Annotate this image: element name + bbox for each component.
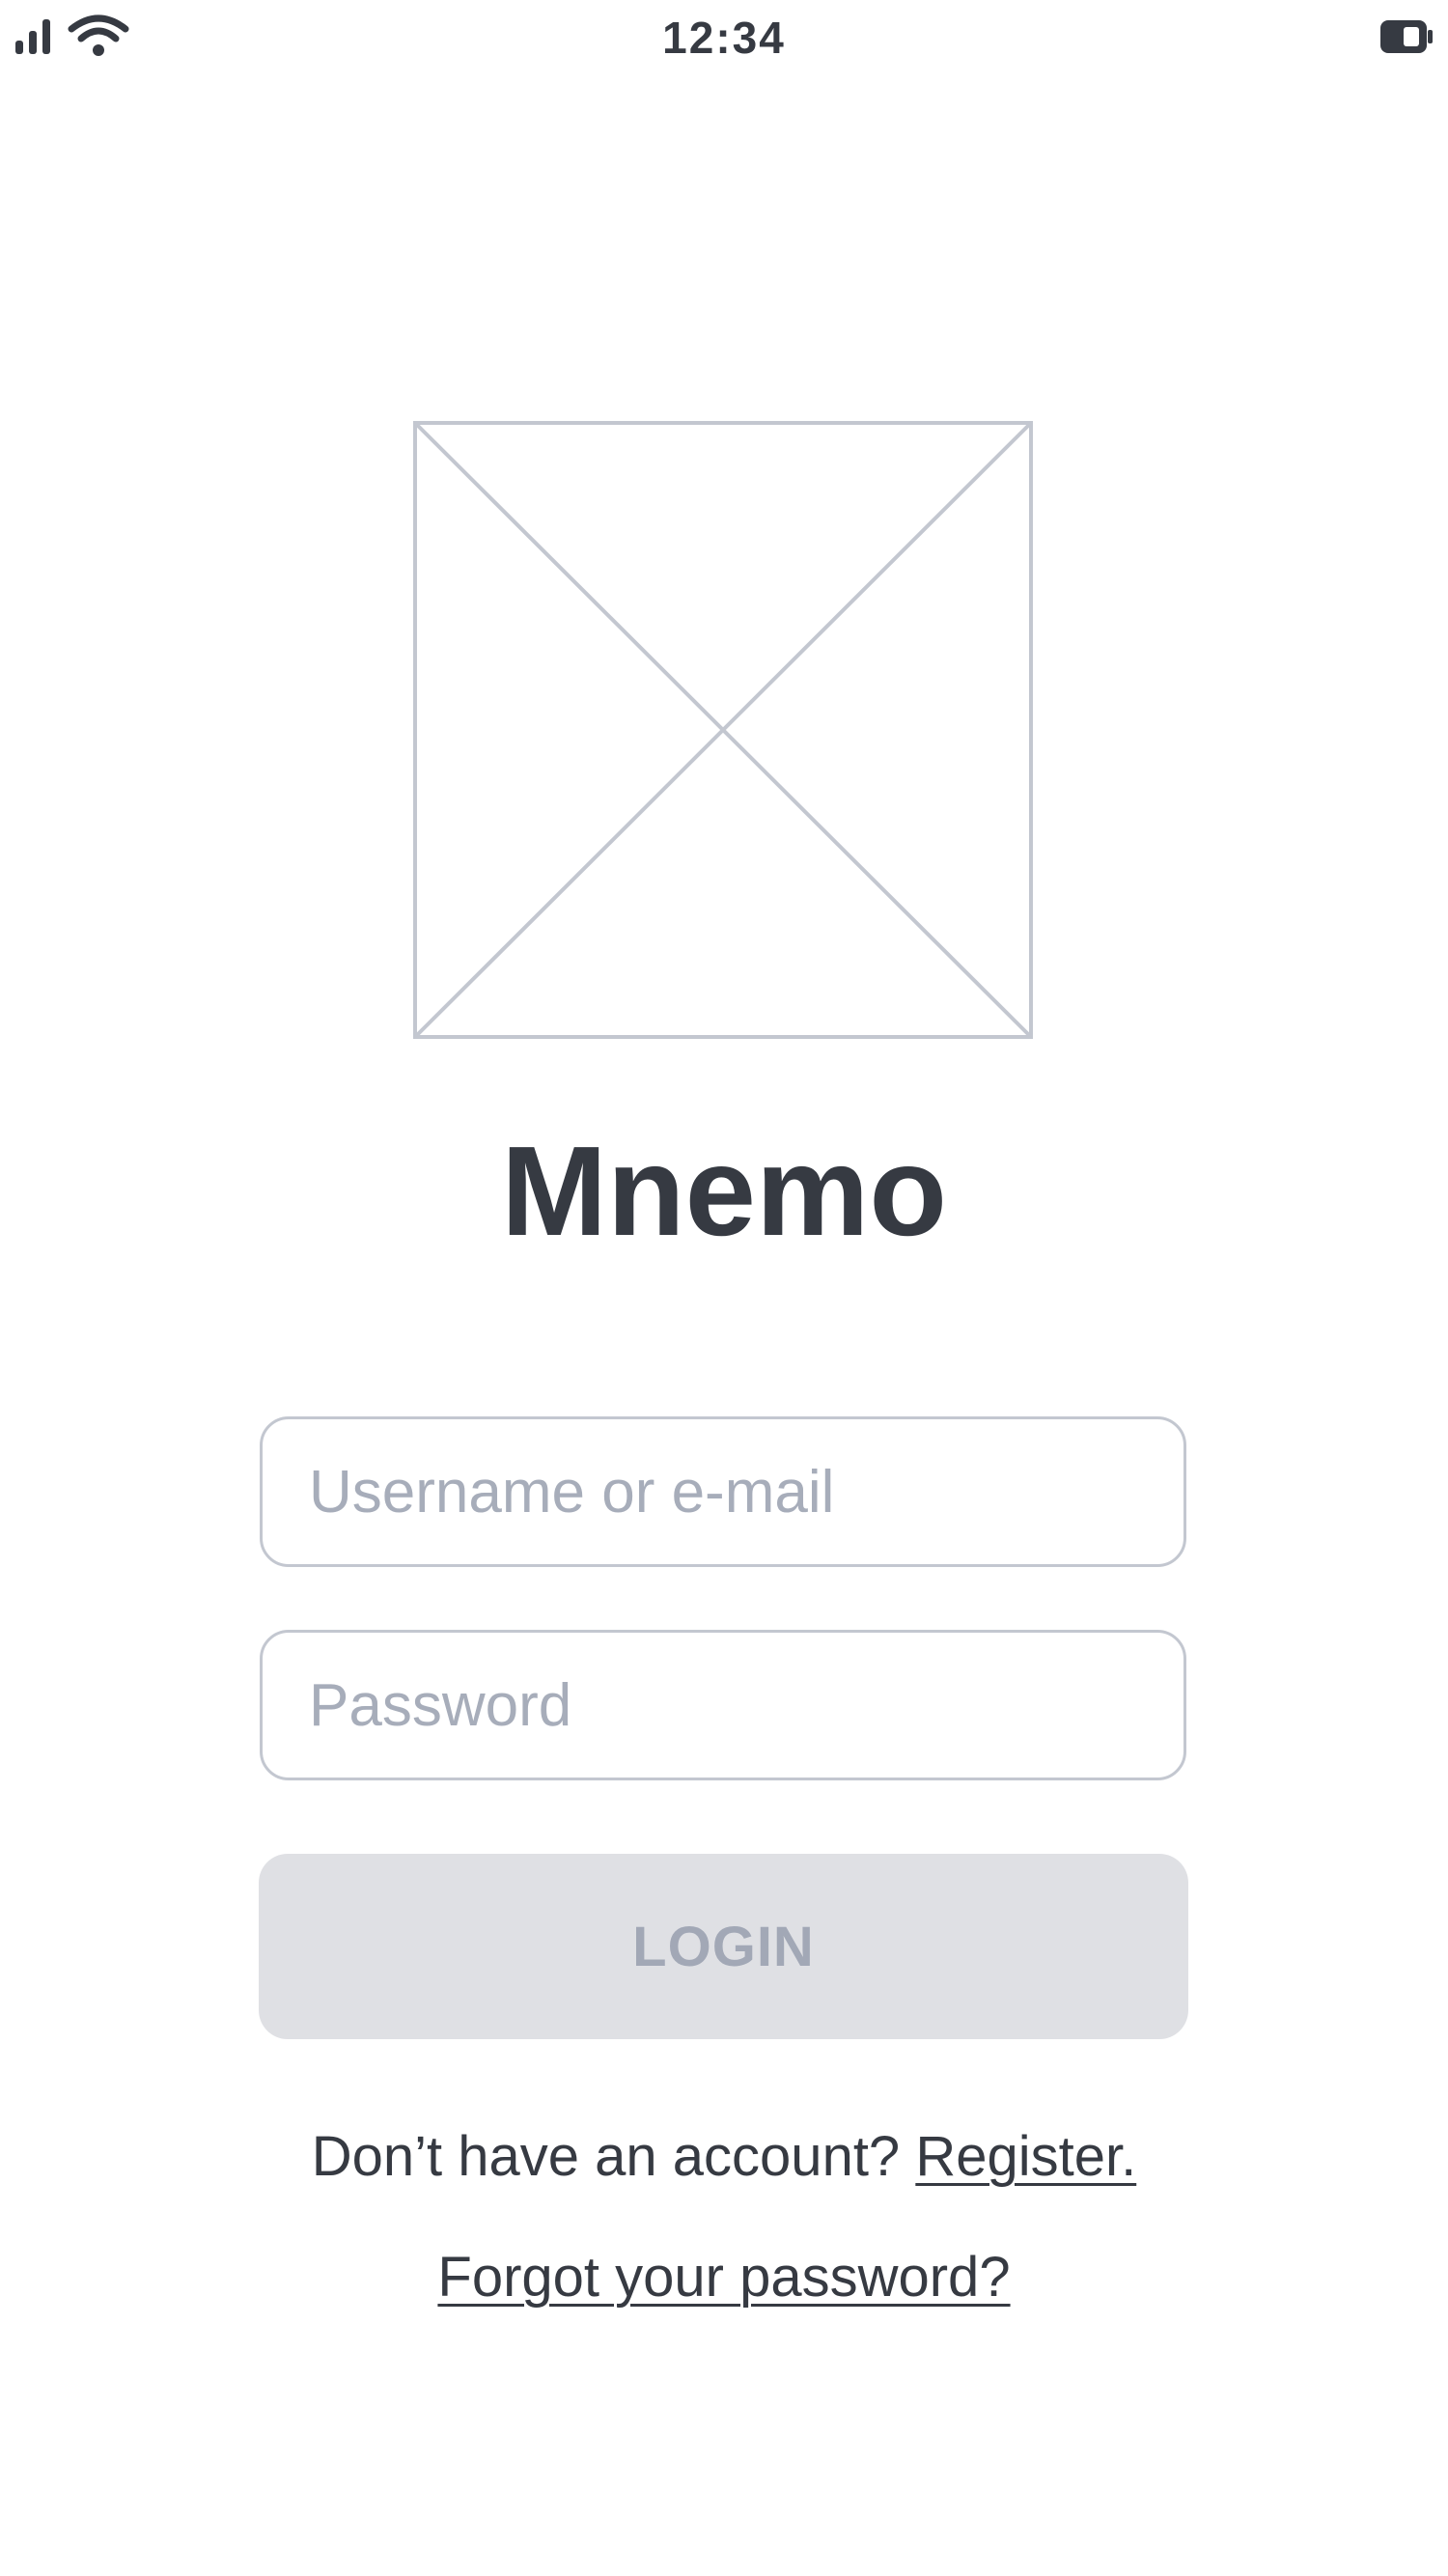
status-time: 12:34 — [662, 13, 786, 63]
username-input[interactable] — [260, 1416, 1186, 1567]
register-prompt: Don’t have an account? Register. — [0, 2124, 1448, 2189]
battery-icon — [1380, 20, 1433, 53]
app-title: Mnemo — [501, 1120, 947, 1262]
password-input[interactable] — [260, 1630, 1186, 1780]
register-prompt-text: Don’t have an account? — [311, 2125, 901, 2188]
forgot-password-row: Forgot your password? — [0, 2245, 1448, 2310]
image-placeholder-icon — [413, 421, 1033, 1039]
login-button[interactable]: LOGIN — [259, 1854, 1188, 2039]
forgot-password-link[interactable]: Forgot your password? — [437, 2246, 1010, 2309]
status-bar: 12:34 — [0, 0, 1448, 77]
register-link[interactable]: Register. — [915, 2125, 1136, 2188]
